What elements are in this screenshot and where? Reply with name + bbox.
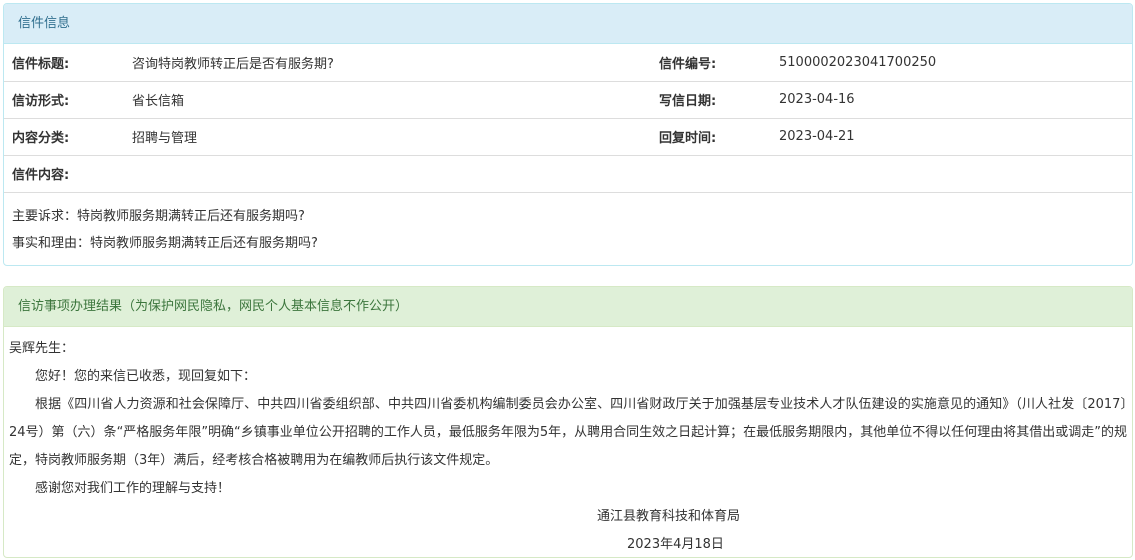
letter-number-value: 5100002023041700250: [771, 44, 1132, 82]
reply-greeting: 您好！您的来信已收悉，现回复如下：: [35, 369, 257, 384]
letter-info-heading: 信件信息: [4, 4, 1132, 44]
reply-salutation: 吴辉先生：: [9, 341, 75, 356]
letter-content-label: 信件内容:: [4, 155, 1132, 193]
letter-info-table: 信件标题: 咨询特岗教师转正后是否有服务期? 信件编号: 51000020230…: [4, 44, 1132, 193]
write-date-value: 2023-04-16: [771, 81, 1132, 119]
table-row: 信访形式: 省长信箱 写信日期: 2023-04-16: [4, 81, 1132, 119]
reply-time-value: 2023-04-21: [771, 118, 1132, 156]
content-category-value: 招聘与管理: [124, 118, 651, 156]
reply-date: 2023年4月18日: [627, 537, 724, 552]
main-appeal-text: 主要诉求：特岗教师服务期满转正后还有服务期吗?: [12, 208, 305, 224]
letter-title-label: 信件标题:: [4, 44, 124, 82]
letter-info-panel: 信件信息 信件标题: 咨询特岗教师转正后是否有服务期? 信件编号: 510000…: [3, 3, 1133, 266]
reply-main-text: 根据《四川省人力资源和社会保障厅、中共四川省委组织部、中共四川省委机构编制委员会…: [9, 397, 1127, 468]
letter-title-value: 咨询特岗教师转正后是否有服务期?: [124, 44, 651, 82]
result-panel: 信访事项办理结果（为保护网民隐私，网民个人基本信息不作公开） 吴辉先生： 您好！…: [3, 286, 1133, 558]
reply-body: 吴辉先生： 您好！您的来信已收悉，现回复如下： 根据《四川省人力资源和社会保障厅…: [4, 327, 1132, 557]
petition-form-value: 省长信箱: [124, 81, 651, 119]
write-date-label: 写信日期:: [651, 81, 771, 119]
facts-reasons-text: 事实和理由：特岗教师服务期满转正后还有服务期吗?: [12, 235, 318, 251]
letter-content-body: 主要诉求：特岗教师服务期满转正后还有服务期吗? 事实和理由：特岗教师服务期满转正…: [4, 193, 1132, 257]
letter-number-label: 信件编号:: [651, 44, 771, 82]
result-heading: 信访事项办理结果（为保护网民隐私，网民个人基本信息不作公开）: [4, 287, 1132, 327]
table-row: 信件内容:: [4, 155, 1132, 193]
table-row: 信件标题: 咨询特岗教师转正后是否有服务期? 信件编号: 51000020230…: [4, 44, 1132, 82]
petition-form-label: 信访形式:: [4, 81, 124, 119]
reply-thanks: 感谢您对我们工作的理解与支持！: [35, 481, 231, 496]
reply-signature: 通江县教育科技和体育局: [597, 509, 741, 524]
content-category-label: 内容分类:: [4, 118, 124, 156]
table-row: 内容分类: 招聘与管理 回复时间: 2023-04-21: [4, 118, 1132, 156]
reply-time-label: 回复时间:: [651, 118, 771, 156]
